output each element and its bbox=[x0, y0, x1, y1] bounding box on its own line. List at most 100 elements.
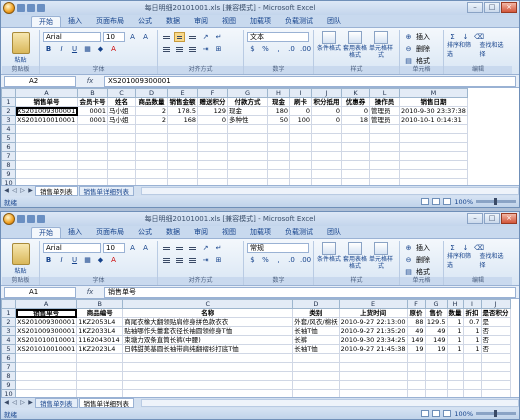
tab-view[interactable]: 视图 bbox=[215, 227, 243, 238]
cell[interactable] bbox=[311, 169, 342, 179]
last-sheet-icon[interactable]: ▶ bbox=[27, 187, 34, 195]
cell[interactable] bbox=[311, 142, 342, 152]
cell[interactable] bbox=[480, 362, 511, 372]
cell[interactable] bbox=[197, 133, 228, 143]
cell[interactable] bbox=[167, 169, 198, 179]
header-cell[interactable]: 商品数量 bbox=[135, 97, 168, 107]
row-header[interactable]: 5 bbox=[1, 133, 16, 143]
cell[interactable]: 马小姐 bbox=[107, 115, 136, 125]
header-cell[interactable]: 操作员 bbox=[369, 97, 400, 107]
cell[interactable] bbox=[227, 160, 268, 170]
cell[interactable] bbox=[341, 151, 370, 161]
shrink-font-icon[interactable]: A bbox=[140, 243, 151, 253]
row-header[interactable]: 9 bbox=[1, 169, 16, 179]
cell[interactable]: 1 bbox=[446, 317, 464, 327]
cell[interactable] bbox=[14, 371, 78, 381]
cell[interactable]: 1KZ2053L4 bbox=[76, 317, 124, 327]
cell[interactable] bbox=[338, 380, 408, 390]
cell[interactable] bbox=[446, 371, 464, 381]
worksheet-grid[interactable]: A B C D E F G H I J K L M 1 销售单号 会员卡号 姓名 商品数量 销售金额 赠送积分 付款方式… bbox=[1, 88, 519, 185]
cell[interactable] bbox=[167, 124, 198, 134]
cell[interactable] bbox=[289, 151, 312, 161]
cell[interactable]: 19 bbox=[424, 344, 448, 354]
cell[interactable] bbox=[197, 160, 228, 170]
wrap-text-icon[interactable]: ↵ bbox=[213, 243, 224, 253]
cell[interactable]: 1KZ2023L4 bbox=[76, 344, 124, 354]
cell[interactable] bbox=[77, 160, 108, 170]
header-cell[interactable]: 原价 bbox=[406, 308, 426, 318]
cell[interactable]: 1 bbox=[462, 344, 482, 354]
row-header[interactable]: 10 bbox=[1, 178, 16, 185]
cell[interactable] bbox=[76, 362, 124, 372]
cell[interactable] bbox=[15, 124, 78, 134]
cell[interactable] bbox=[197, 169, 228, 179]
bold-icon[interactable]: B bbox=[43, 44, 54, 54]
tab-view[interactable]: 视图 bbox=[215, 16, 243, 27]
row-header[interactable]: 3 bbox=[1, 115, 16, 125]
name-box[interactable]: A1 bbox=[4, 286, 76, 298]
cell[interactable]: 束塘力双条直筒长裤(中腰) bbox=[122, 335, 294, 345]
merge-center-icon[interactable]: ⊞ bbox=[213, 255, 224, 265]
cell[interactable] bbox=[267, 142, 290, 152]
column-header[interactable]: B bbox=[76, 299, 124, 309]
paste-icon[interactable] bbox=[11, 243, 30, 265]
page-layout-view-icon[interactable] bbox=[432, 410, 441, 417]
cell[interactable] bbox=[341, 169, 370, 179]
cell[interactable]: 168 bbox=[167, 115, 198, 125]
cell[interactable] bbox=[399, 133, 468, 143]
cell[interactable]: 129.5 bbox=[424, 317, 448, 327]
align-left-icon[interactable] bbox=[161, 44, 172, 54]
column-header[interactable]: E bbox=[167, 88, 198, 98]
merge-center-icon[interactable]: ⊞ bbox=[213, 44, 224, 54]
cell[interactable] bbox=[311, 124, 342, 134]
cell[interactable]: 180 bbox=[267, 106, 290, 116]
header-cell[interactable]: 折扣 bbox=[462, 308, 482, 318]
cell[interactable] bbox=[289, 133, 312, 143]
tab-page-layout[interactable]: 页面布局 bbox=[89, 16, 131, 27]
cell[interactable] bbox=[292, 380, 340, 390]
cell[interactable] bbox=[480, 380, 511, 390]
row-header[interactable]: 3 bbox=[1, 326, 16, 336]
cell[interactable]: XS201009300001 bbox=[14, 326, 78, 336]
cell[interactable] bbox=[289, 178, 312, 185]
tab-data[interactable]: 数据 bbox=[159, 227, 187, 238]
italic-icon[interactable]: I bbox=[56, 255, 67, 265]
cell[interactable]: XS201010010001 bbox=[15, 115, 78, 125]
fx-icon[interactable]: fx bbox=[76, 77, 104, 85]
cell[interactable] bbox=[462, 389, 482, 397]
row-header[interactable]: 7 bbox=[1, 151, 16, 161]
cell[interactable] bbox=[227, 124, 268, 134]
cell[interactable] bbox=[197, 151, 228, 161]
cell[interactable] bbox=[399, 124, 468, 134]
italic-icon[interactable]: I bbox=[56, 44, 67, 54]
column-header[interactable]: D bbox=[135, 88, 168, 98]
tab-home[interactable]: 开始 bbox=[31, 16, 61, 27]
cell[interactable]: 管理员 bbox=[369, 106, 400, 116]
minimize-button[interactable]: – bbox=[467, 2, 483, 13]
bold-icon[interactable]: B bbox=[43, 255, 54, 265]
cell[interactable]: XS201009300001 bbox=[15, 106, 78, 116]
cell[interactable]: 2010-9-27 21:45:38 bbox=[338, 344, 408, 354]
underline-icon[interactable]: U bbox=[69, 44, 80, 54]
header-cell[interactable]: 会员卡号 bbox=[77, 97, 108, 107]
align-top-icon[interactable] bbox=[161, 243, 172, 253]
tab-addins[interactable]: 加载项 bbox=[243, 227, 278, 238]
cell[interactable] bbox=[167, 142, 198, 152]
prev-sheet-icon[interactable]: ◁ bbox=[11, 399, 18, 407]
cell[interactable]: 贴袖哪作头蕾套衣径长袖圆领修身T恤 bbox=[122, 326, 294, 336]
cell[interactable]: 外套/风衣/棉袄 bbox=[292, 317, 340, 327]
cell[interactable]: 2010-9-30 23:34:25 bbox=[338, 335, 408, 345]
tab-review[interactable]: 审阅 bbox=[187, 16, 215, 27]
row-header[interactable]: 7 bbox=[1, 362, 16, 372]
page-break-view-icon[interactable] bbox=[443, 198, 452, 205]
cell[interactable]: 0 bbox=[341, 106, 370, 116]
cell[interactable] bbox=[135, 124, 168, 134]
tab-team[interactable]: 团队 bbox=[320, 16, 348, 27]
cell[interactable] bbox=[289, 142, 312, 152]
cell[interactable]: 50 bbox=[267, 115, 290, 125]
indent-icon[interactable]: ⇥ bbox=[200, 255, 211, 265]
cell[interactable] bbox=[446, 380, 464, 390]
cell[interactable] bbox=[107, 160, 136, 170]
column-header[interactable]: G bbox=[227, 88, 268, 98]
column-header[interactable]: F bbox=[197, 88, 228, 98]
